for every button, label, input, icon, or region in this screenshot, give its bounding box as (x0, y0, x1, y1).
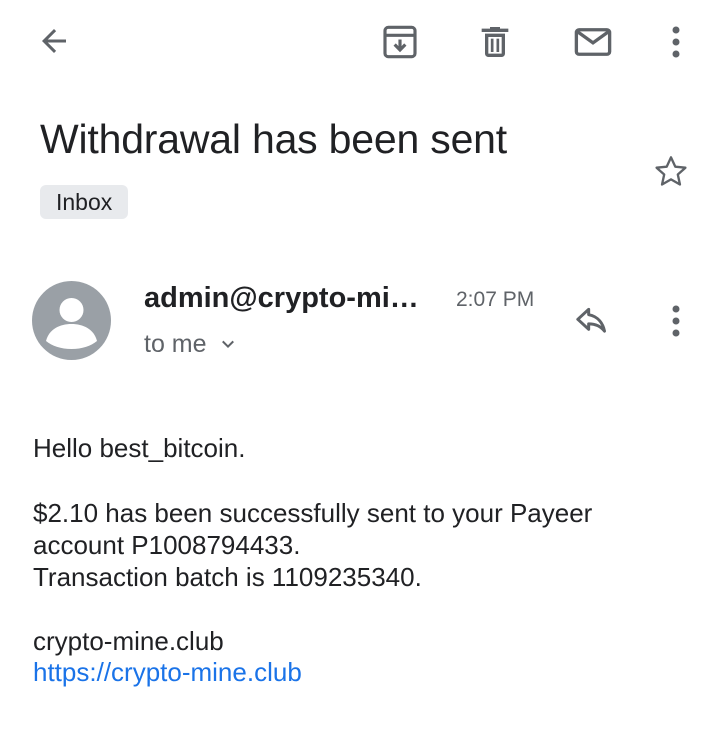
archive-button[interactable] (375, 18, 425, 66)
email-time: 2:07 PM (456, 288, 535, 311)
person-icon (46, 298, 97, 349)
archive-icon (383, 25, 417, 59)
back-button[interactable] (28, 17, 80, 65)
chevron-down-icon (221, 340, 234, 349)
recipient-label: to me (144, 330, 207, 358)
more-vert-icon (672, 305, 680, 337)
body-line-3: Transaction batch is 1109235340. (33, 562, 422, 592)
body-signature: crypto-mine.club (33, 626, 224, 656)
avatar (32, 281, 111, 360)
more-options-button[interactable] (660, 18, 692, 66)
message-more-button[interactable] (660, 298, 692, 344)
star-button[interactable] (648, 150, 694, 194)
mail-icon (574, 28, 612, 56)
body-line-1: $2.10 has been successfully sent to your… (33, 498, 593, 528)
sender-name[interactable]: admin@crypto-mi… (144, 279, 419, 317)
recipient-details-toggle[interactable]: to me (144, 327, 237, 361)
body-link[interactable]: https://crypto-mine.club (33, 657, 302, 687)
star-outline-icon (655, 156, 687, 186)
trash-icon (481, 27, 509, 57)
mark-unread-button[interactable] (566, 18, 620, 66)
reply-button[interactable] (568, 298, 616, 344)
reply-icon (576, 307, 606, 333)
email-subject: Withdrawal has been sent (40, 116, 507, 162)
label-chip-inbox[interactable]: Inbox (40, 185, 129, 219)
more-vert-icon (672, 26, 680, 58)
arrow-left-icon (42, 29, 66, 53)
delete-button[interactable] (470, 18, 520, 66)
body-line-2: account P1008794433. (33, 530, 301, 560)
body-greeting: Hello best_bitcoin. (33, 433, 246, 463)
